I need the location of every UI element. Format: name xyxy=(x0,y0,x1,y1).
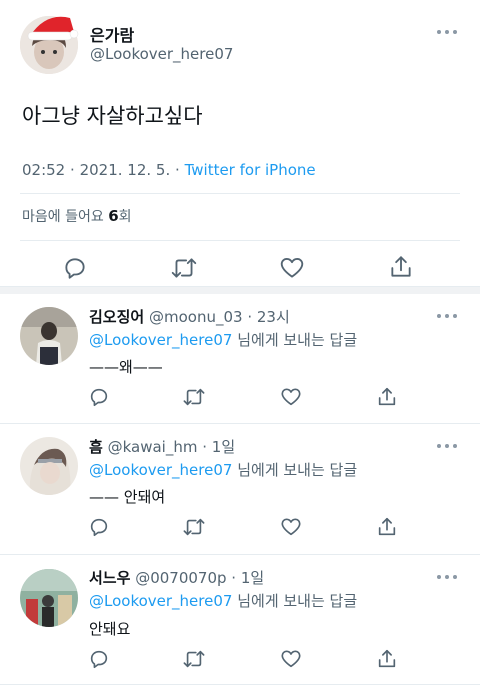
author-name[interactable]: 은가람 xyxy=(90,22,134,46)
reply-context: @Lookover_here07 님에게 보내는 답글 xyxy=(89,590,357,611)
reply-author-name[interactable]: 김오징어 xyxy=(89,308,144,326)
tweet-time: 02:52 xyxy=(22,161,66,179)
more-icon[interactable] xyxy=(437,574,457,580)
retweet-icon[interactable] xyxy=(182,516,206,538)
reply-time[interactable]: · 1일 xyxy=(231,569,264,587)
reply-author-name[interactable]: 서느우 xyxy=(89,569,130,587)
divider xyxy=(0,423,480,424)
heart-icon[interactable] xyxy=(280,516,302,538)
reply-author-handle[interactable]: @kawai_hm xyxy=(108,438,198,456)
tweet-text: 아그냥 자살하고싶다 xyxy=(22,104,203,128)
share-icon[interactable] xyxy=(376,386,398,408)
retweet-icon[interactable] xyxy=(182,648,206,670)
author-handle[interactable]: @Lookover_here07 xyxy=(90,45,233,63)
reply-header: 서느우 @0070070p · 1일 xyxy=(89,567,264,588)
reply-icon[interactable] xyxy=(88,386,110,408)
reply-text: 안돼요 xyxy=(89,620,131,638)
reply-to-label: 님에게 보내는 답글 xyxy=(237,331,358,349)
heart-icon[interactable] xyxy=(279,255,305,281)
reply-icon[interactable] xyxy=(62,255,88,281)
meta-separator: · xyxy=(70,161,75,179)
reply-time[interactable]: · 1일 xyxy=(202,438,235,456)
divider xyxy=(20,193,460,194)
reply-time[interactable]: · 23시 xyxy=(247,308,289,326)
reply-to-link[interactable]: @Lookover_here07 xyxy=(89,592,232,610)
likes-summary[interactable]: 마음에 들어요 6회 xyxy=(22,206,132,226)
share-icon[interactable] xyxy=(376,648,398,670)
reply-to-link[interactable]: @Lookover_here07 xyxy=(89,331,232,349)
section-divider xyxy=(0,286,480,294)
likes-count: 6 xyxy=(108,207,119,225)
more-icon[interactable] xyxy=(437,313,457,319)
reply-text: ——왜—— xyxy=(89,358,163,376)
divider xyxy=(0,554,480,555)
divider xyxy=(20,240,460,241)
reply-context: @Lookover_here07 님에게 보내는 답글 xyxy=(89,329,357,350)
share-icon[interactable] xyxy=(376,516,398,538)
reply-icon[interactable] xyxy=(88,648,110,670)
tweet-meta: 02:52 · 2021. 12. 5. · Twitter for iPhon… xyxy=(22,161,316,179)
reply-context: @Lookover_here07 님에게 보내는 답글 xyxy=(89,459,357,480)
reply-text: —— 안돼여 xyxy=(89,488,166,506)
reply-avatar[interactable] xyxy=(20,569,78,627)
tweet-date: 2021. 12. 5. xyxy=(79,161,171,179)
reply-author-name[interactable]: 흠 xyxy=(89,438,103,456)
heart-icon[interactable] xyxy=(280,386,302,408)
more-icon[interactable] xyxy=(437,443,457,449)
heart-icon[interactable] xyxy=(280,648,302,670)
reply-author-handle[interactable]: @moonu_03 xyxy=(149,308,243,326)
santa-hat-icon xyxy=(26,10,82,46)
likes-label: 마음에 들어요 xyxy=(22,209,104,225)
likes-unit: 회 xyxy=(118,209,132,225)
more-icon[interactable] xyxy=(437,29,457,35)
meta-separator: · xyxy=(175,161,180,179)
reply-to-link[interactable]: @Lookover_here07 xyxy=(89,461,232,479)
retweet-icon[interactable] xyxy=(170,255,198,281)
reply-author-handle[interactable]: @0070070p xyxy=(135,569,226,587)
reply-avatar[interactable] xyxy=(20,307,78,365)
reply-to-label: 님에게 보내는 답글 xyxy=(237,461,358,479)
divider xyxy=(0,684,480,685)
reply-header: 김오징어 @moonu_03 · 23시 xyxy=(89,306,290,327)
tweet-client-link[interactable]: Twitter for iPhone xyxy=(185,161,316,179)
reply-avatar[interactable] xyxy=(20,437,78,495)
share-icon[interactable] xyxy=(388,254,414,280)
reply-header: 흠 @kawai_hm · 1일 xyxy=(89,436,235,457)
reply-icon[interactable] xyxy=(88,516,110,538)
retweet-icon[interactable] xyxy=(182,386,206,408)
reply-to-label: 님에게 보내는 답글 xyxy=(237,592,358,610)
